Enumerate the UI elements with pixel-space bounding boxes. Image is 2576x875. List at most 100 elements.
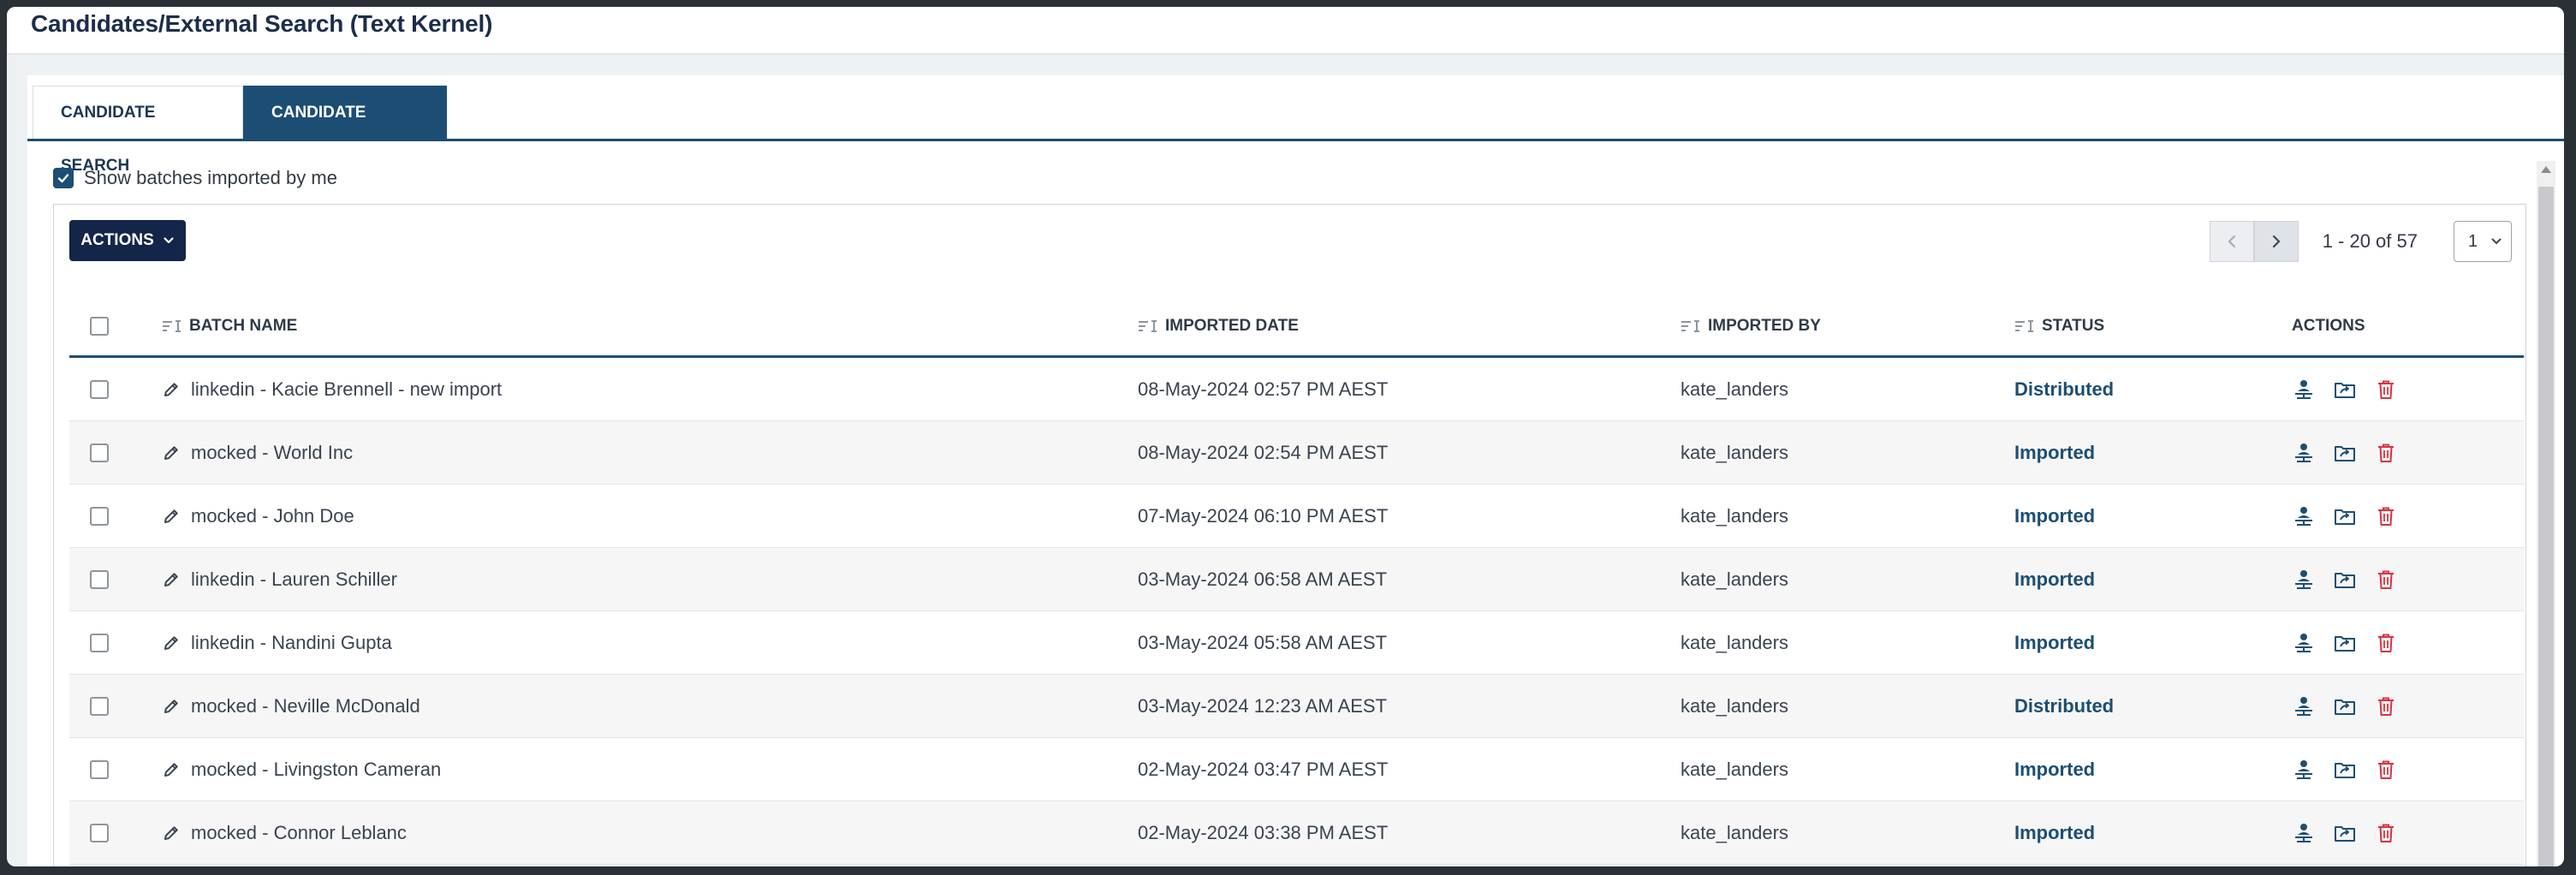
tab-candidate-import[interactable]: CANDIDATE IMPORT <box>243 86 447 175</box>
edit-pencil-icon[interactable] <box>162 824 181 842</box>
row-checkbox[interactable] <box>90 823 109 842</box>
distribute-candidate-icon[interactable] <box>2292 758 2316 782</box>
column-label: BATCH NAME <box>189 317 298 335</box>
batch-name[interactable]: mocked - Neville McDonald <box>191 695 420 717</box>
batch-name[interactable]: linkedin - Lauren Schiller <box>191 568 397 591</box>
column-status[interactable]: STATUS <box>2014 297 2104 355</box>
batch-name[interactable]: mocked - World Inc <box>191 442 353 464</box>
distribute-candidate-icon[interactable] <box>2292 568 2316 592</box>
batch-name[interactable]: mocked - Connor Leblanc <box>191 822 407 844</box>
batch-name-cell: mocked - Neville McDonald <box>162 675 420 737</box>
imported-by: kate_landers <box>1681 821 1788 843</box>
table-row[interactable]: linkedin - Lauren Schiller 03-May-2024 0… <box>69 548 2524 611</box>
actions-dropdown-button[interactable]: ACTIONS <box>69 220 186 261</box>
table-row[interactable]: linkedin - Kacie Brennell - new import 0… <box>69 358 2524 421</box>
batch-name[interactable]: mocked - Livingston Cameran <box>191 759 441 781</box>
row-select-cell <box>90 675 109 737</box>
column-label: STATUS <box>2042 317 2105 335</box>
page-select[interactable]: 1 <box>2454 221 2512 262</box>
open-folder-icon[interactable] <box>2333 694 2357 718</box>
previous-page-button[interactable] <box>2209 221 2254 262</box>
batch-name[interactable]: linkedin - Nandini Gupta <box>191 632 392 654</box>
open-folder-icon[interactable] <box>2333 821 2357 845</box>
row-actions <box>2292 358 2398 420</box>
table-row[interactable]: mocked - World Inc 08-May-2024 02:54 PM … <box>69 421 2524 485</box>
column-batch-name[interactable]: BATCH NAME <box>162 297 297 355</box>
tab-bar: CANDIDATE SEARCH CANDIDATE IMPORT <box>27 75 2564 175</box>
batch-name[interactable]: mocked - John Doe <box>191 505 354 527</box>
edit-pencil-icon[interactable] <box>162 760 181 779</box>
show-mine-checkbox[interactable] <box>53 168 74 188</box>
select-all-checkbox[interactable] <box>90 317 109 336</box>
status-badge: Imported <box>2014 441 2096 463</box>
status-badge: Imported <box>2014 758 2096 780</box>
row-actions <box>2292 485 2398 547</box>
row-checkbox[interactable] <box>90 506 109 526</box>
row-checkbox[interactable] <box>90 443 109 462</box>
delete-icon[interactable] <box>2374 821 2398 845</box>
delete-icon[interactable] <box>2374 378 2398 402</box>
chevron-down-icon <box>2491 238 2502 244</box>
delete-icon[interactable] <box>2374 694 2398 718</box>
distribute-candidate-icon[interactable] <box>2292 504 2316 528</box>
distribute-candidate-icon[interactable] <box>2292 378 2316 402</box>
distribute-candidate-icon[interactable] <box>2292 631 2316 655</box>
edit-pencil-icon[interactable] <box>162 380 181 399</box>
row-checkbox[interactable] <box>90 569 109 589</box>
status-badge: Distributed <box>2014 694 2115 717</box>
open-folder-icon[interactable] <box>2333 568 2357 592</box>
tab-candidate-search[interactable]: CANDIDATE SEARCH <box>33 86 243 175</box>
table-row[interactable]: linkedin - Nandini Gupta 03-May-2024 05:… <box>69 611 2524 675</box>
row-actions <box>2292 738 2398 801</box>
row-select-cell <box>90 548 109 610</box>
imported-date: 08-May-2024 02:57 PM AEST <box>1138 378 1389 400</box>
batch-name[interactable]: linkedin - Kacie Brennell - new import <box>191 378 502 401</box>
vertical-scrollbar[interactable] <box>2537 161 2555 866</box>
open-folder-icon[interactable] <box>2333 378 2357 402</box>
delete-icon[interactable] <box>2374 441 2398 465</box>
show-mine-filter[interactable]: Show batches imported by me <box>53 165 337 191</box>
distribute-candidate-icon[interactable] <box>2292 441 2316 465</box>
main-content: CANDIDATE SEARCH CANDIDATE IMPORT Show b… <box>27 75 2564 866</box>
edit-pencil-icon[interactable] <box>162 697 181 716</box>
delete-icon[interactable] <box>2374 631 2398 655</box>
table-row[interactable]: mocked - John Doe 07-May-2024 06:10 PM A… <box>69 485 2524 548</box>
edit-pencil-icon[interactable] <box>162 507 181 526</box>
column-imported-date[interactable]: IMPORTED DATE <box>1138 297 1299 355</box>
scrollbar-thumb[interactable] <box>2538 187 2554 866</box>
distribute-candidate-icon[interactable] <box>2292 694 2316 718</box>
row-checkbox[interactable] <box>90 696 109 716</box>
row-checkbox[interactable] <box>90 759 109 779</box>
imported-date: 07-May-2024 06:10 PM AEST <box>1138 504 1389 527</box>
imported-by: kate_landers <box>1681 504 1788 527</box>
open-folder-icon[interactable] <box>2333 631 2357 655</box>
batch-name-cell: linkedin - Lauren Schiller <box>162 548 397 610</box>
delete-icon[interactable] <box>2374 568 2398 592</box>
app-window: Candidates/External Search (Text Kernel)… <box>7 7 2564 866</box>
distribute-candidate-icon[interactable] <box>2292 821 2316 845</box>
table-row[interactable]: mocked - Livingston Cameran 02-May-2024 … <box>69 738 2524 801</box>
table-row[interactable]: mocked - Neville McDonald 03-May-2024 12… <box>69 675 2524 738</box>
column-imported-by[interactable]: IMPORTED BY <box>1681 297 1821 355</box>
delete-icon[interactable] <box>2374 758 2398 782</box>
edit-pencil-icon[interactable] <box>162 634 181 652</box>
imported-date: 03-May-2024 05:58 AM AEST <box>1138 631 1388 653</box>
open-folder-icon[interactable] <box>2333 441 2357 465</box>
delete-icon[interactable] <box>2374 504 2398 528</box>
open-folder-icon[interactable] <box>2333 758 2357 782</box>
imported-by: kate_landers <box>1681 694 1788 717</box>
scroll-up-arrow-icon[interactable] <box>2541 166 2551 173</box>
edit-pencil-icon[interactable] <box>162 443 181 462</box>
next-page-button[interactable] <box>2253 221 2299 262</box>
open-folder-icon[interactable] <box>2333 504 2357 528</box>
row-checkbox[interactable] <box>90 379 109 399</box>
table-row[interactable]: mocked - Connor Leblanc 02-May-2024 03:3… <box>69 801 2524 865</box>
chevron-down-icon <box>164 237 174 244</box>
row-checkbox[interactable] <box>90 633 109 652</box>
batch-name-cell: mocked - Connor Leblanc <box>162 801 407 864</box>
imported-date: 08-May-2024 02:54 PM AEST <box>1138 441 1389 463</box>
imported-date: 02-May-2024 03:47 PM AEST <box>1138 758 1389 780</box>
edit-pencil-icon[interactable] <box>162 570 181 589</box>
batch-name-cell: mocked - Livingston Cameran <box>162 738 441 801</box>
column-label: IMPORTED BY <box>1708 317 1821 335</box>
